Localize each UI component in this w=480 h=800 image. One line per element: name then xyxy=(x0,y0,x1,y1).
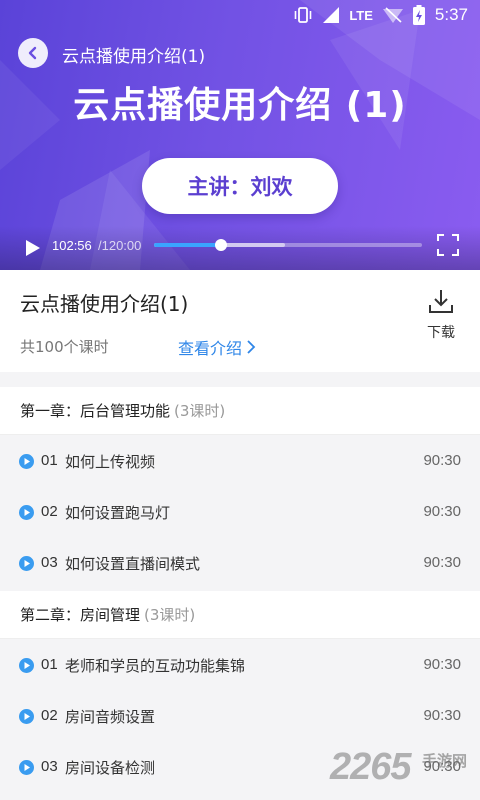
back-button[interactable] xyxy=(18,38,48,68)
fullscreen-icon[interactable] xyxy=(437,234,459,256)
progress-knob[interactable] xyxy=(215,239,227,251)
lesson-name: 老师和学员的互动功能集锦 xyxy=(65,657,246,675)
lesson-item[interactable]: 01 老师和学员的互动功能集锦 90:30 xyxy=(0,640,480,691)
site-watermark: 2265 手游网 xyxy=(330,746,478,792)
download-label: 下载 xyxy=(427,325,455,341)
lesson-name: 如何设置跑马灯 xyxy=(65,504,171,522)
chapter-title: 第一章：后台管理功能 xyxy=(20,402,171,420)
lesson-name: 如何上传视频 xyxy=(65,453,156,471)
course-info: 云点播使用介绍(1) 共100个课时 查看介绍 下载 xyxy=(0,270,480,372)
lesson-number: 01 xyxy=(41,656,58,673)
lesson-number: 02 xyxy=(41,503,58,520)
player-top-title: 云点播使用介绍(1) xyxy=(62,47,206,67)
slide-title: 云点播使用介绍 (1) xyxy=(73,85,407,126)
play-circle-icon xyxy=(19,454,34,469)
current-time: 102:56 xyxy=(52,238,92,253)
clock: 5:37 xyxy=(434,5,468,24)
lesson-duration: 90:30 xyxy=(423,503,461,520)
battery-charging-icon xyxy=(412,5,425,25)
speaker-badge: 主讲：刘欢 xyxy=(142,158,338,214)
lesson-item[interactable]: 02 房间音频设置 90:30 xyxy=(0,691,480,742)
lesson-number: 03 xyxy=(41,554,58,571)
watermark-text: 手游网 xyxy=(422,752,468,770)
lesson-number: 02 xyxy=(41,707,58,724)
lesson-number: 03 xyxy=(41,758,58,775)
play-circle-icon xyxy=(19,760,34,775)
signal-icon xyxy=(323,7,340,23)
view-intro-label: 查看介绍 xyxy=(178,339,243,358)
download-icon xyxy=(429,290,453,313)
course-player-page: LTE 5:37 云点播使用介绍(1) 云点播使用介绍 (1) 主讲：刘欢 10… xyxy=(0,0,480,800)
lesson-name: 房间设备检测 xyxy=(65,759,156,777)
watermark-number: 2265 xyxy=(330,746,412,788)
wifi-off-icon xyxy=(382,7,403,23)
lesson-item[interactable]: 01 如何上传视频 90:30 xyxy=(0,436,480,487)
lesson-item[interactable]: 02 如何设置跑马灯 90:30 xyxy=(0,487,480,538)
chapter-hours: (3课时) xyxy=(174,402,226,420)
vibrate-icon xyxy=(295,7,312,23)
download-button[interactable]: 下载 xyxy=(420,288,462,342)
network-type: LTE xyxy=(349,7,373,23)
lesson-duration: 90:30 xyxy=(423,554,461,571)
lesson-duration: 90:30 xyxy=(423,707,461,724)
chevron-left-icon xyxy=(28,46,37,60)
course-title: 云点播使用介绍(1) xyxy=(20,292,189,316)
lesson-count: 共100个课时 xyxy=(20,338,109,356)
chevron-right-icon xyxy=(247,340,256,354)
played-bar xyxy=(154,243,221,247)
video-player[interactable]: LTE 5:37 云点播使用介绍(1) 云点播使用介绍 (1) 主讲：刘欢 10… xyxy=(0,0,480,270)
chapter-header[interactable]: 第一章：后台管理功能 (3课时) xyxy=(0,387,480,435)
chapter-hours: (3课时) xyxy=(144,606,196,624)
status-bar: LTE 5:37 xyxy=(0,0,480,30)
lesson-name: 如何设置直播间模式 xyxy=(65,555,201,573)
play-icon[interactable] xyxy=(22,238,42,258)
total-time: /120:00 xyxy=(98,238,142,253)
lesson-duration: 90:30 xyxy=(423,656,461,673)
play-circle-icon xyxy=(19,505,34,520)
lesson-item[interactable]: 03 如何设置直播间模式 90:30 xyxy=(0,538,480,589)
play-circle-icon xyxy=(19,556,34,571)
play-circle-icon xyxy=(19,658,34,673)
chapter-header[interactable]: 第二章：房间管理 (3课时) xyxy=(0,591,480,639)
progress-slider[interactable] xyxy=(154,239,422,251)
view-intro-link[interactable]: 查看介绍 xyxy=(178,335,256,359)
lesson-number: 01 xyxy=(41,452,58,469)
lesson-name: 房间音频设置 xyxy=(65,708,156,726)
player-controls: 102:56 /120:00 xyxy=(0,226,480,270)
lesson-duration: 90:30 xyxy=(423,452,461,469)
chapter-title: 第二章：房间管理 xyxy=(20,606,141,624)
play-circle-icon xyxy=(19,709,34,724)
